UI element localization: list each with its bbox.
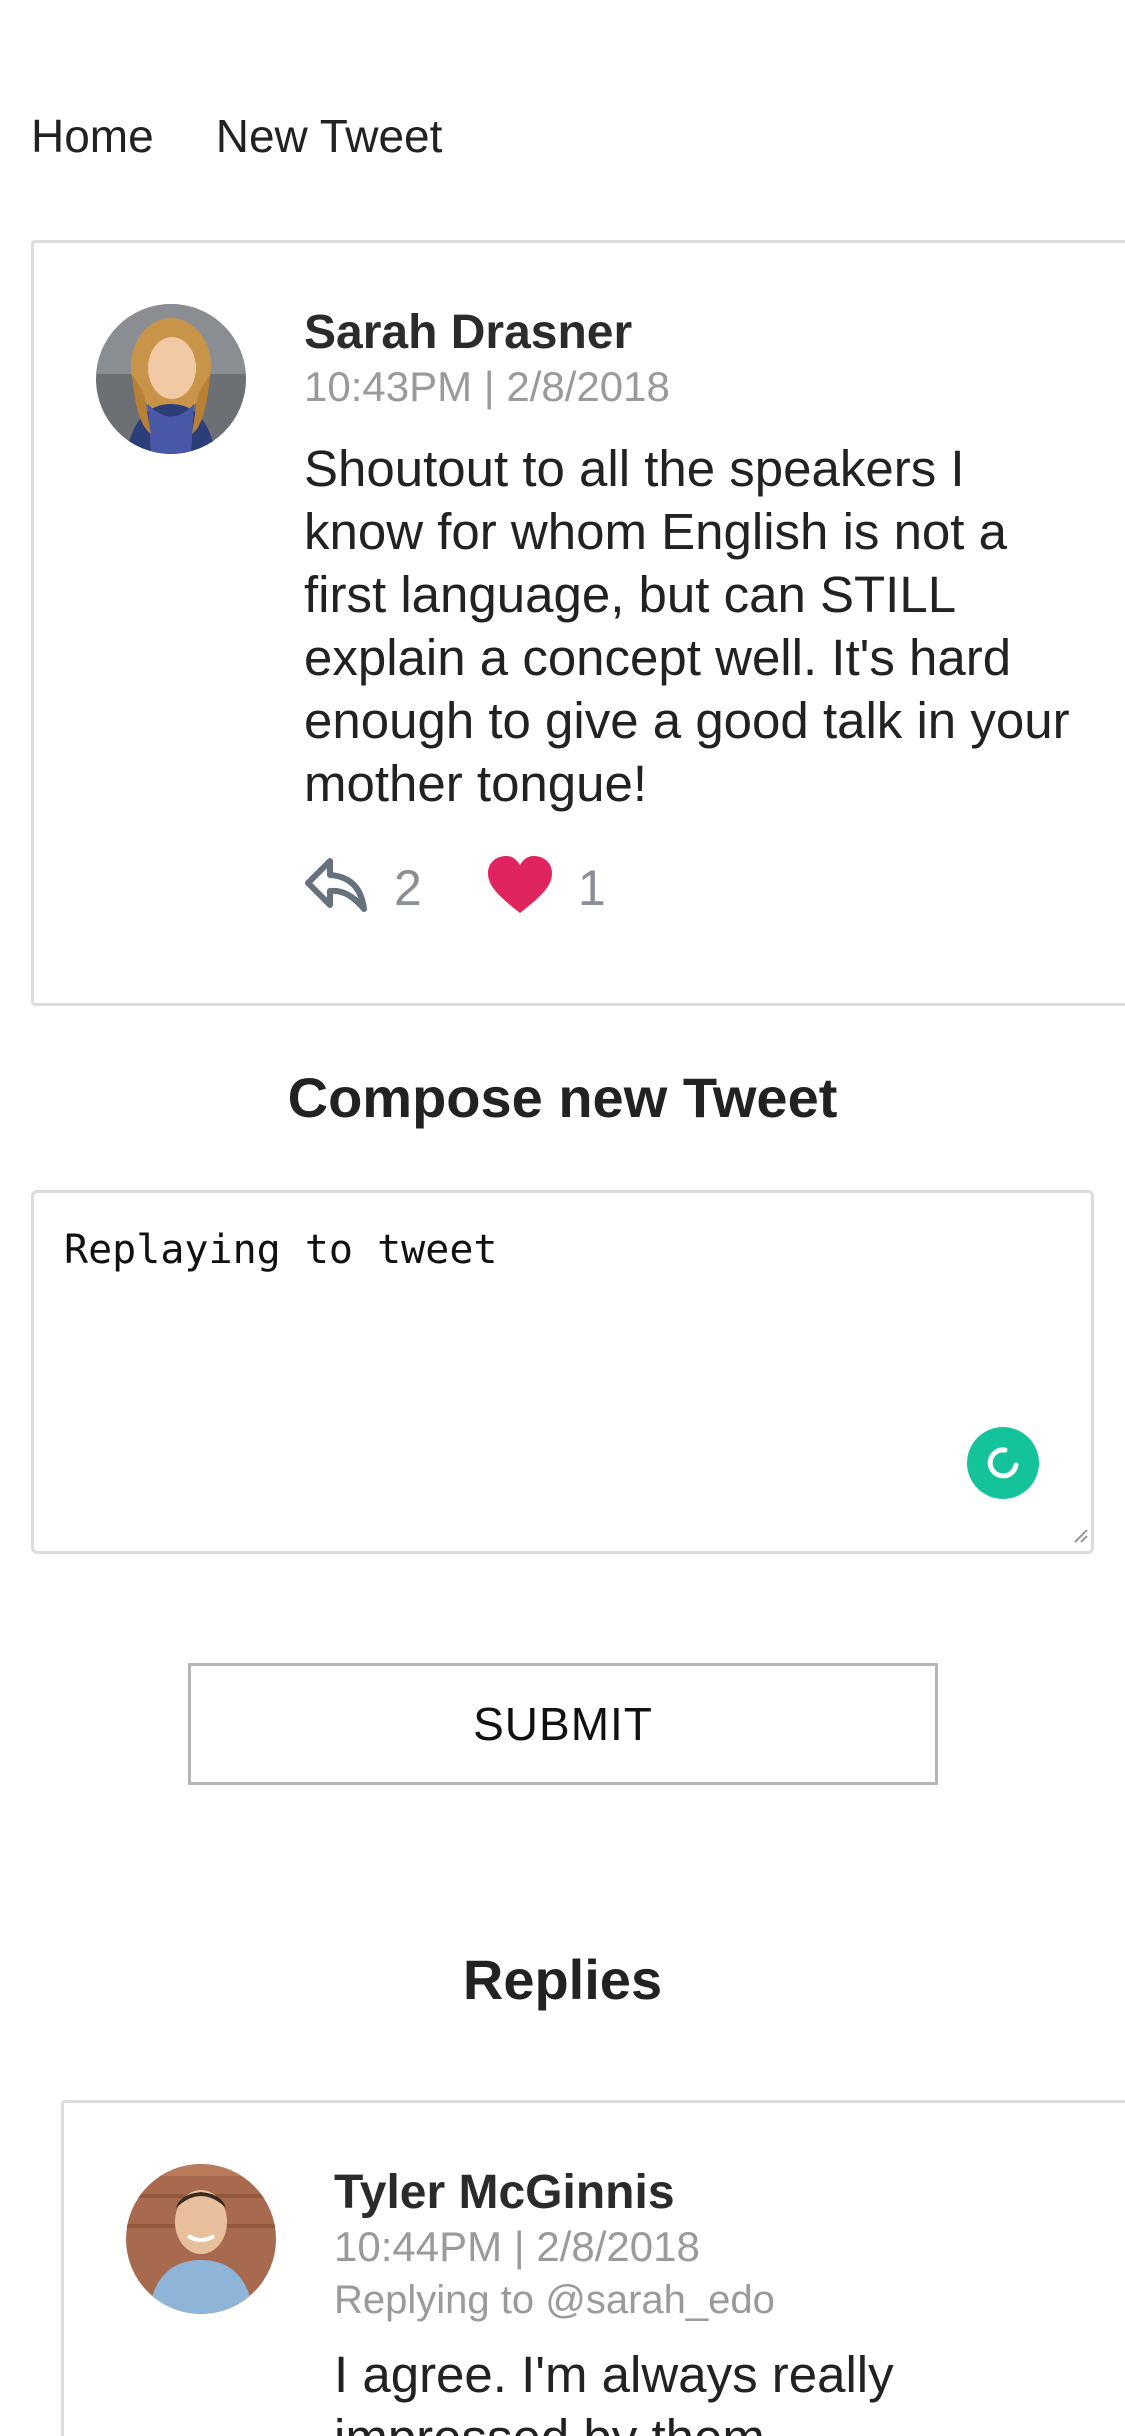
reply-replying-to: Replying to @sarah_edo [334,2278,775,2322]
grammarly-icon[interactable] [967,1427,1039,1499]
avatar [96,304,246,454]
reply-timestamp: 10:44PM | 2/8/2018 [334,2223,700,2270]
submit-button[interactable]: SUBMIT [188,1663,938,1785]
reply-card: Tyler McGinnis 10:44PM | 2/8/2018 Replyi… [61,2100,1125,2436]
reply-text: I agree. I'm always really impressed by … [334,2346,894,2436]
like-action[interactable]: 1 [486,855,606,920]
reply-icon[interactable] [304,857,370,918]
compose-textarea[interactable]: Replaying to tweet [34,1193,1091,1551]
like-count: 1 [577,859,606,916]
tweet-timestamp: 10:43PM | 2/8/2018 [304,363,670,410]
tweet-text: Shoutout to all the speakers I know for … [304,440,1070,812]
tweet-body: Sarah Drasner 10:43PM | 2/8/2018 Shoutou… [304,305,1084,920]
avatar [126,2164,276,2314]
replies-title: Replies [462,1948,663,2011]
compose-title: Compose new Tweet [287,1066,838,1129]
top-nav: Home New Tweet [31,106,442,166]
tweet-page: Home New Tweet Sarah Drasner 10:43PM | 2… [0,0,1125,2436]
tweet-actions: 2 1 [304,855,1084,920]
nav-new-tweet-link[interactable]: New Tweet [216,106,443,166]
heart-icon[interactable] [486,855,554,920]
reply-author: Tyler McGinnis [334,2166,675,2219]
nav-home-link[interactable]: Home [31,106,154,166]
tweet-card: Sarah Drasner 10:43PM | 2/8/2018 Shoutou… [31,240,1125,1006]
tweet-author: Sarah Drasner [304,306,633,359]
resize-handle-icon[interactable] [1071,1526,1089,1549]
compose-box: Replaying to tweet [31,1190,1094,1554]
reply-body: Tyler McGinnis 10:44PM | 2/8/2018 Replyi… [334,2165,1114,2436]
reply-count: 2 [394,859,422,916]
reply-action[interactable]: 2 [304,857,422,918]
